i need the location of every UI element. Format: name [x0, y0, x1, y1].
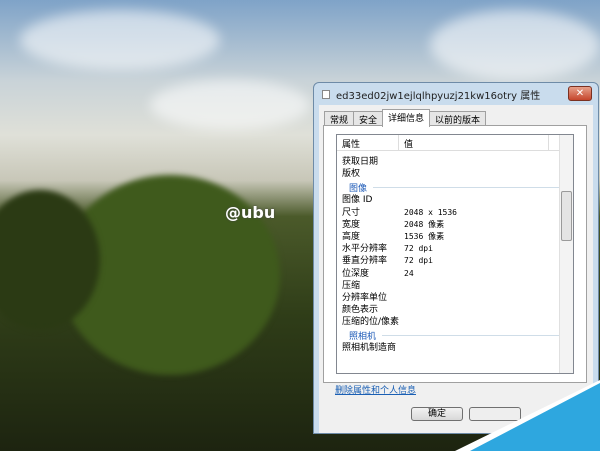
- list-item[interactable]: 水平分辨率 72 dpi: [337, 243, 573, 255]
- property-name: 图像 ID: [342, 195, 373, 206]
- group-camera[interactable]: 照相机: [337, 328, 573, 342]
- property-value: 2048 x 1536: [404, 207, 457, 217]
- property-value: 2048 像素: [404, 219, 445, 229]
- tab-bar: 常规 安全 详细信息 以前的版本: [319, 105, 593, 127]
- property-name: 分辨率单位: [342, 292, 388, 303]
- scrollbar[interactable]: [559, 135, 573, 373]
- cloud: [150, 80, 310, 130]
- close-button[interactable]: ✕: [568, 86, 592, 101]
- remove-properties-link[interactable]: 删除属性和个人信息: [335, 383, 416, 396]
- list-item[interactable]: 垂直分辨率 72 dpi: [337, 255, 573, 267]
- list-item[interactable]: 图像 ID: [337, 194, 573, 206]
- property-name: 压缩的位/像素: [342, 317, 400, 328]
- list-item[interactable]: 位深度 24: [337, 268, 573, 280]
- property-name: 尺寸: [342, 207, 361, 218]
- decorative-blue-triangle: [470, 383, 600, 451]
- property-name: 水平分辨率: [342, 244, 388, 255]
- column-value[interactable]: 值: [399, 135, 549, 150]
- list-item[interactable]: 高度 1536 像素: [337, 231, 573, 243]
- list-item[interactable]: 分辨率单位: [337, 292, 573, 304]
- cloud: [20, 10, 220, 70]
- dialog-title: ed33ed02jw1ejlqlhpyuzj21kw16otry 属性: [336, 90, 541, 102]
- property-name: 高度: [342, 231, 361, 242]
- property-name: 垂直分辨率: [342, 256, 388, 267]
- file-icon: [322, 89, 330, 99]
- property-value: 1536 像素: [404, 231, 445, 241]
- list-item[interactable]: 压缩的位/像素: [337, 316, 573, 328]
- list-item[interactable]: 压缩: [337, 280, 573, 292]
- property-list[interactable]: 属性值 获取日期 版权 图像 图像 ID 尺寸 2048 x 1536 宽度 2048 …: [336, 134, 574, 374]
- property-name: 宽度: [342, 219, 361, 230]
- weibo-watermark: @ubu: [225, 203, 276, 222]
- list-item[interactable]: 尺寸 2048 x 1536: [337, 207, 573, 219]
- tab-security[interactable]: 安全: [353, 111, 384, 126]
- tab-previous-versions[interactable]: 以前的版本: [429, 111, 487, 126]
- property-value: 24: [404, 268, 414, 278]
- list-item[interactable]: 照相机制造商: [337, 342, 573, 354]
- property-name: 压缩: [342, 280, 361, 291]
- tab-general[interactable]: 常规: [324, 111, 355, 126]
- list-item[interactable]: 版权: [337, 168, 573, 180]
- title-bar: ed33ed02jw1ejlqlhpyuzj21kw16otry 属性: [314, 83, 598, 105]
- list-item[interactable]: 颜色表示: [337, 304, 573, 316]
- group-image[interactable]: 图像: [337, 180, 573, 194]
- list-item[interactable]: 宽度 2048 像素: [337, 219, 573, 231]
- tab-details[interactable]: 详细信息: [382, 109, 431, 127]
- property-name: 位深度: [342, 268, 370, 279]
- list-item[interactable]: 获取日期: [337, 156, 573, 168]
- property-value: 72 dpi: [404, 256, 433, 266]
- scrollbar-thumb[interactable]: [561, 191, 572, 241]
- cloud: [430, 10, 600, 80]
- column-property[interactable]: 属性: [337, 135, 399, 150]
- property-name: 颜色表示: [342, 305, 379, 316]
- property-value: 72 dpi: [404, 244, 433, 254]
